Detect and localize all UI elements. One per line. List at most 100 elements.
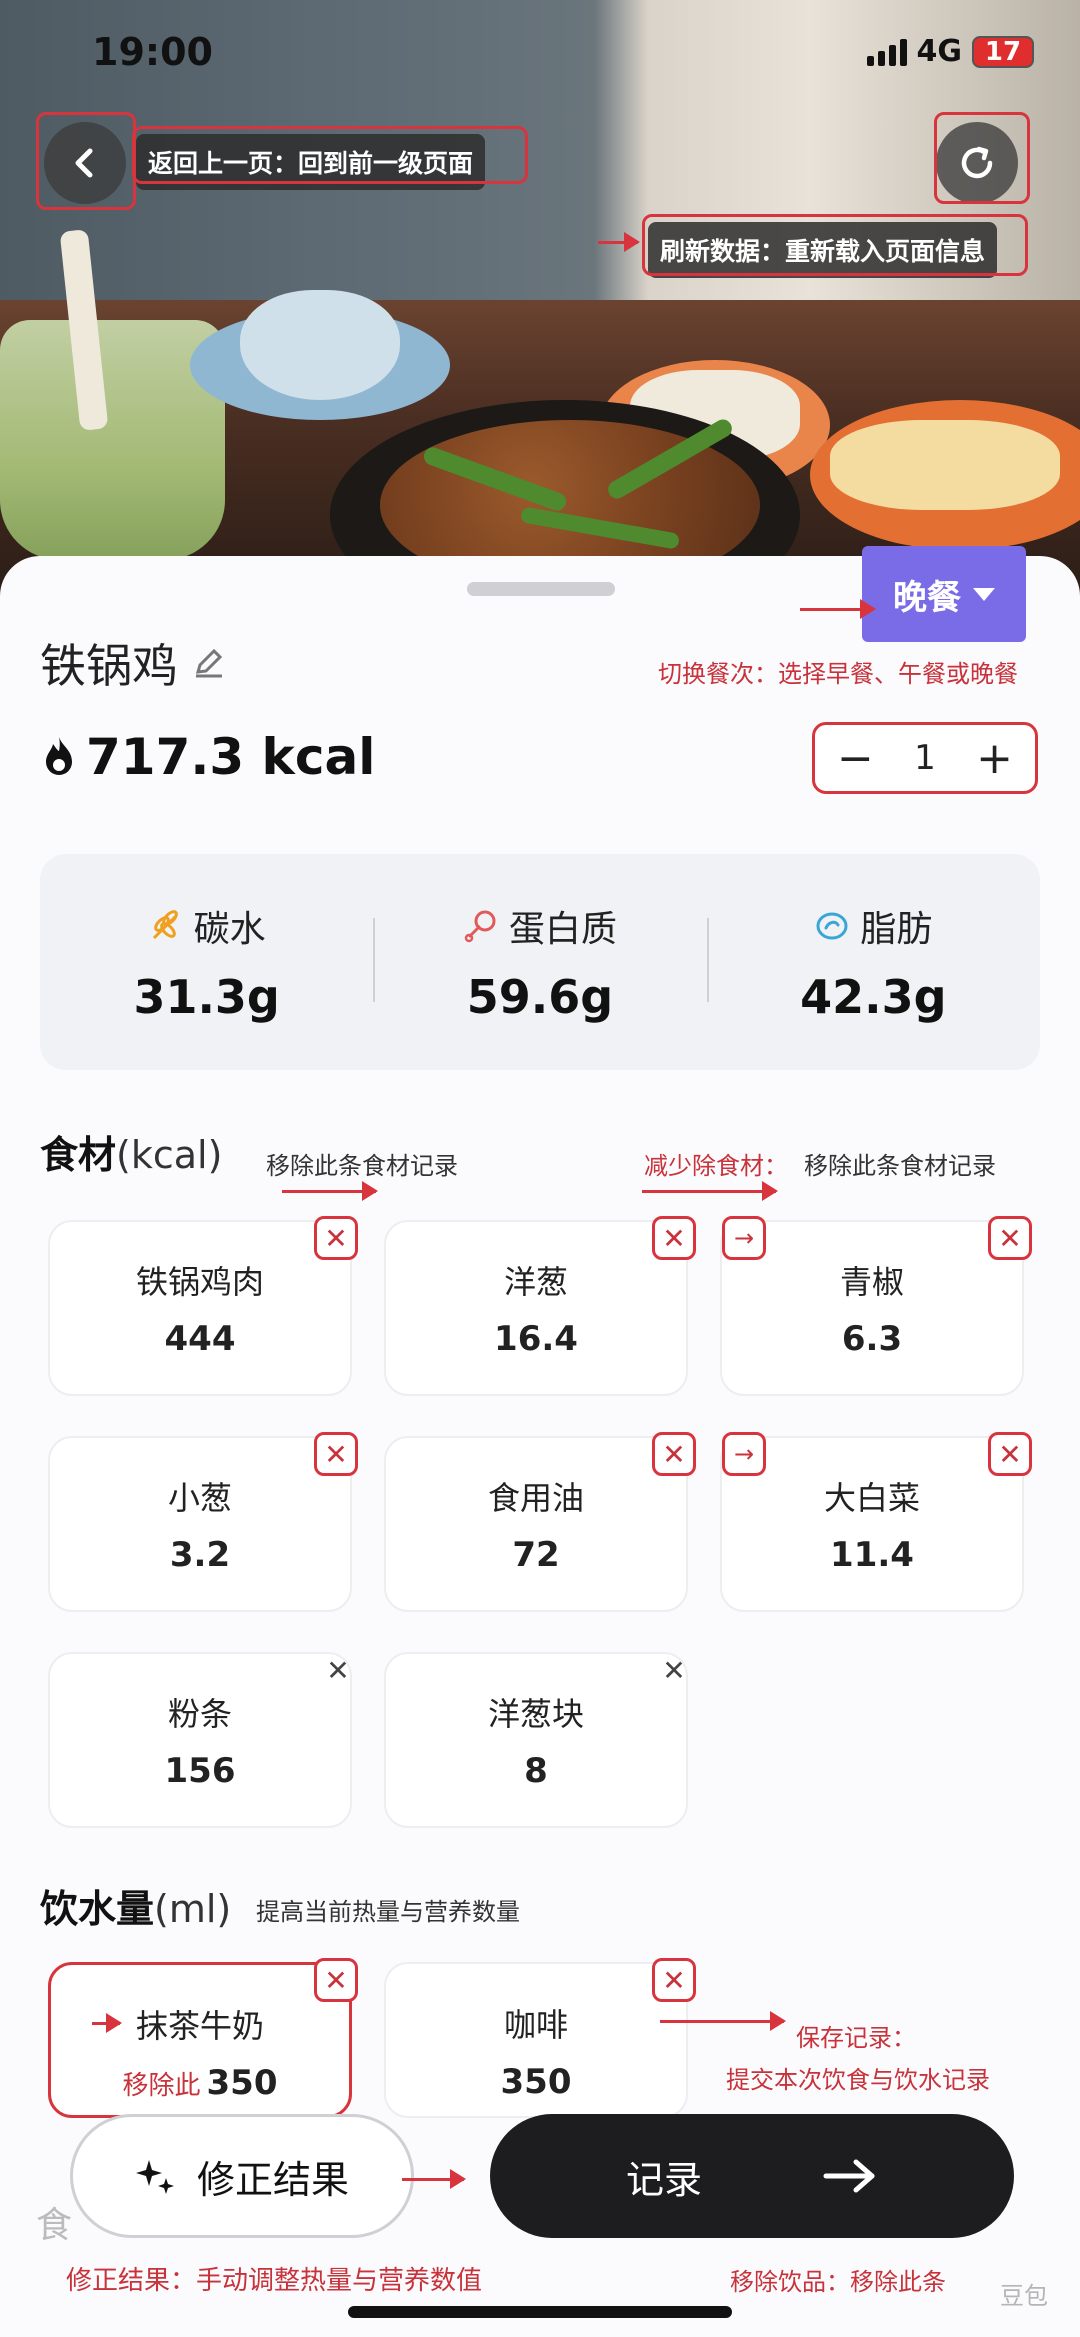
edit-icon[interactable] [192,646,226,680]
ingredient-card[interactable]: 小葱 3.2 [48,1436,352,1612]
macro-fat: 脂肪 42.3g [706,854,1040,1070]
back-highlight [36,112,136,210]
drink-card[interactable]: 咖啡 350 [384,1962,688,2118]
remove-ingredient-button[interactable]: ✕ [652,1216,696,1260]
meal-label: 晚餐 [893,577,961,618]
ingredients-title-text: 食材 [40,1133,117,1177]
wheat-icon [152,910,178,940]
decrease-button[interactable]: − [837,733,874,784]
save-annotation-desc: 提交本次饮食与饮水记录 [726,2066,990,2094]
ingredient-name: 青椒 [839,1263,904,1301]
fix-arrow [402,2169,466,2189]
macro-panel: 碳水 31.3g 蛋白质 59.6g 脂肪 42.3g [40,854,1040,1070]
remove-drink-button[interactable]: ✕ [652,1958,696,2002]
ingredient-name: 洋葱 [503,1263,568,1301]
drinks-title-unit: (ml) [154,1887,232,1931]
food-title: 铁锅鸡 [40,639,178,693]
kcal-total: 717.3 kcal [38,728,375,786]
fix-result-button[interactable]: 修正结果 [70,2114,414,2238]
sheet-grabber[interactable] [467,582,615,596]
status-indicators: 4G 17 [866,34,1034,69]
ingredients-title-unit: (kcal) [116,1133,223,1177]
refresh-tooltip-highlight [642,214,1028,276]
ingredients-annotation-right-red: 减少除食材： [644,1152,788,1180]
drink-name: 咖啡 [503,2006,568,2044]
macro-label-carbs: 碳水 [193,909,266,950]
ingredient-name: 铁锅鸡肉 [135,1263,264,1301]
drinks-title-text: 饮水量 [40,1887,155,1931]
drink-volume: 350 [500,2062,572,2102]
remove-ingredient-button[interactable]: ✕ [314,1432,358,1476]
remove-ingredient-button[interactable]: ✕ [316,1648,360,1692]
meal-selector[interactable]: 晚餐 [862,546,1026,642]
battery-icon: 17 [972,35,1034,68]
status-time: 19:00 [92,30,213,74]
quantity-stepper[interactable]: − 1 + [812,722,1038,794]
ingredient-card[interactable]: 食用油 72 [384,1436,688,1612]
ingredient-kcal: 6.3 [841,1319,903,1359]
watermark: 豆包 [1000,2282,1048,2310]
ingredients-title: 食材(kcal) [40,1124,222,1179]
ingredient-kcal: 156 [164,1751,236,1791]
ingredient-kcal: 72 [512,1535,560,1575]
drink-arrow [92,2013,122,2033]
macro-value-carbs: 31.3g [133,970,280,1024]
ingredient-kcal: 16.4 [494,1319,578,1359]
ingredient-name: 大白菜 [823,1479,920,1517]
ingredient-name: 粉条 [167,1695,232,1733]
ingredient-card[interactable]: 洋葱 16.4 [384,1220,688,1396]
remove-underline-left [282,1181,378,1201]
caret-down-icon [973,587,995,601]
ingredient-name: 食用油 [487,1479,584,1517]
ingredient-name: 洋葱块 [487,1695,584,1733]
hidden-section-title: 食 [36,2205,73,2246]
sparkle-icon [135,2160,174,2194]
ingredient-kcal: 444 [164,1319,236,1359]
food-photo [0,0,1080,600]
ingredient-kcal: 8 [524,1751,548,1791]
save-arrow [660,2011,786,2031]
back-tooltip-highlight [132,126,528,184]
arrow-right-icon[interactable]: → [722,1216,766,1260]
arrow-right-icon [823,2159,875,2193]
macro-protein: 蛋白质 59.6g [373,854,706,1070]
ingredient-kcal: 11.4 [830,1535,914,1575]
macro-label-protein: 蛋白质 [508,909,617,950]
remove-ingredient-button[interactable]: ✕ [988,1432,1032,1476]
meal-annotation: 切换餐次：选择早餐、午餐或晚餐 [658,660,1018,688]
fat-drop-icon [816,912,848,940]
record-button[interactable]: 记录 [490,2114,1014,2238]
macro-carbs: 碳水 31.3g [40,854,373,1070]
drinks-title: 饮水量(ml) [40,1878,231,1933]
drink-volume: 350 [206,2063,278,2103]
ingredient-card[interactable]: 洋葱块 8 [384,1652,688,1828]
ingredient-kcal: 3.2 [169,1535,231,1575]
refresh-highlight [934,112,1030,204]
remove-ingredient-button[interactable]: ✕ [314,1216,358,1260]
increase-button[interactable]: + [976,733,1013,784]
remove-ingredient-button[interactable]: ✕ [652,1648,696,1692]
drink-card[interactable]: 抹茶牛奶 移除此 350 [48,1962,352,2118]
record-label: 记录 [625,2157,702,2202]
remove-ingredient-button[interactable]: ✕ [652,1432,696,1476]
macro-value-fat: 42.3g [800,970,947,1024]
remove-drink-annotation: 移除饮品：移除此条 [730,2268,946,2296]
arrow-right-icon[interactable]: → [722,1432,766,1476]
fix-annotation: 修正结果：手动调整热量与营养数值 [66,2266,483,2296]
fix-result-label: 修正结果 [196,2157,349,2202]
network-type: 4G [916,34,963,69]
flame-icon [46,737,72,775]
home-indicator[interactable] [348,2306,732,2318]
quantity-value: 1 [914,738,936,778]
remove-underline-right [642,1181,778,1201]
remove-drink-button[interactable]: ✕ [314,1958,358,2002]
macro-value-protein: 59.6g [466,970,614,1024]
food-name: 铁锅鸡 [40,630,226,696]
drinks-annotation: 提高当前热量与营养数量 [256,1898,520,1926]
remove-ingredient-button[interactable]: ✕ [988,1216,1032,1260]
ingredient-card[interactable]: 铁锅鸡肉 444 [48,1220,352,1396]
ingredient-card[interactable]: 粉条 156 [48,1652,352,1828]
refresh-arrow [598,232,640,252]
meal-arrow [800,599,876,619]
drink-name: 抹茶牛奶 [135,2007,264,2045]
